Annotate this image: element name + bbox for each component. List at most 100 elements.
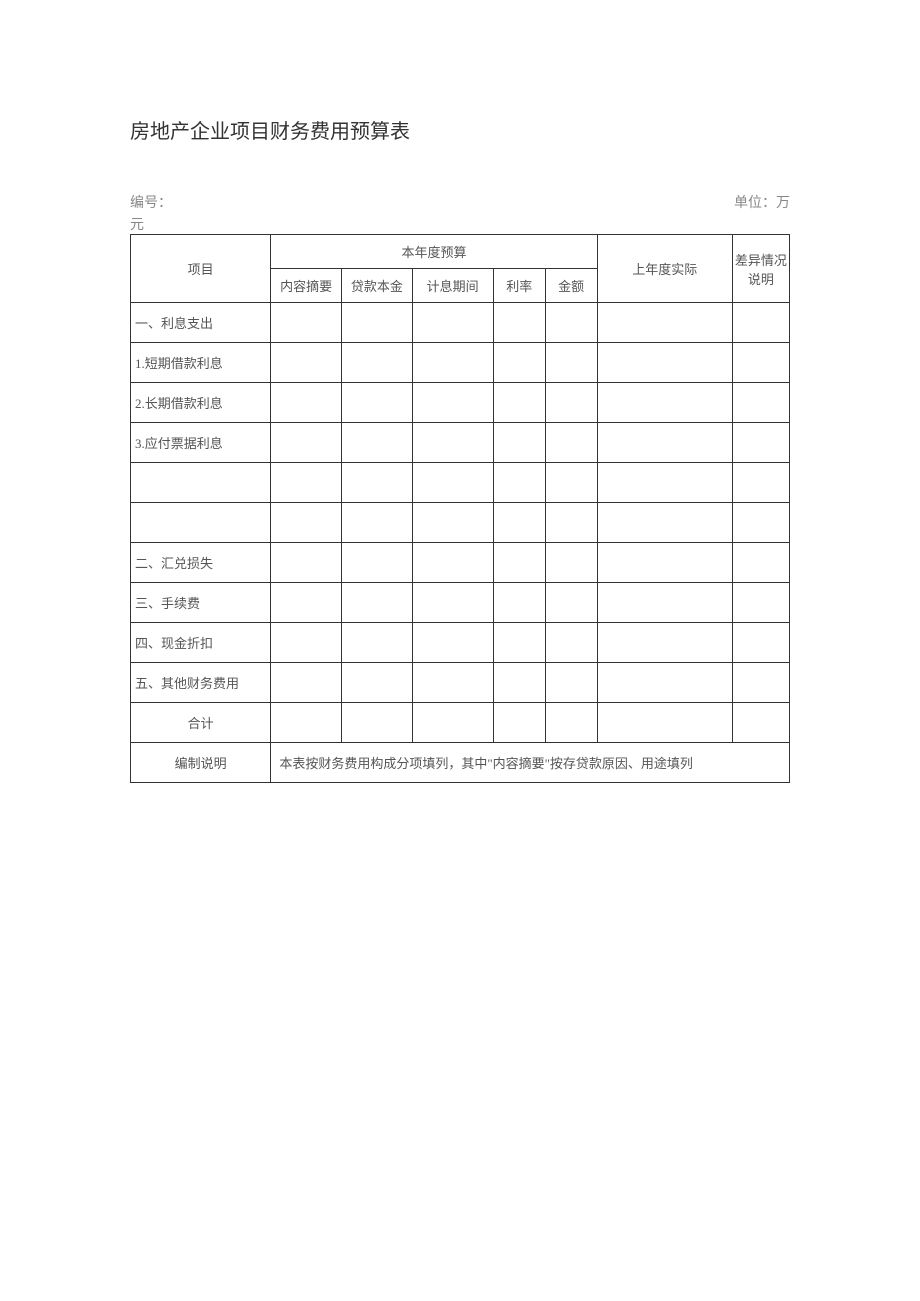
table-header: 项目 本年度预算 上年度实际 差异情况说明 内容摘要 贷款本金 计息期间 利率 … — [131, 235, 790, 303]
header-this-year: 本年度预算 — [271, 235, 597, 269]
data-cell — [412, 503, 493, 543]
data-cell — [271, 663, 342, 703]
data-cell — [271, 383, 342, 423]
data-cell — [493, 543, 545, 583]
data-cell — [597, 503, 732, 543]
row-label-cell: 五、其他财务费用 — [131, 663, 271, 703]
data-cell — [597, 663, 732, 703]
header-amount: 金额 — [545, 269, 597, 303]
header-last-year: 上年度实际 — [597, 235, 732, 303]
data-cell — [732, 423, 789, 463]
data-cell — [493, 703, 545, 743]
row-label-cell: 四、现金折扣 — [131, 623, 271, 663]
data-cell — [493, 423, 545, 463]
document-title: 房地产企业项目财务费用预算表 — [130, 115, 790, 144]
table-row: 3.应付票据利息 — [131, 423, 790, 463]
data-cell — [341, 463, 412, 503]
row-label-cell: 3.应付票据利息 — [131, 423, 271, 463]
data-cell — [412, 383, 493, 423]
data-cell — [732, 303, 789, 343]
data-cell — [493, 383, 545, 423]
data-cell — [341, 623, 412, 663]
header-project: 项目 — [131, 235, 271, 303]
data-cell — [493, 303, 545, 343]
data-cell — [341, 303, 412, 343]
data-cell — [412, 303, 493, 343]
data-cell — [271, 303, 342, 343]
row-label-cell — [131, 503, 271, 543]
data-cell — [732, 543, 789, 583]
data-cell — [597, 423, 732, 463]
data-cell — [493, 583, 545, 623]
data-cell — [545, 423, 597, 463]
data-cell — [271, 543, 342, 583]
data-cell — [271, 343, 342, 383]
data-cell — [341, 343, 412, 383]
header-principal: 贷款本金 — [341, 269, 412, 303]
table-row: 2.长期借款利息 — [131, 383, 790, 423]
budget-table: 项目 本年度预算 上年度实际 差异情况说明 内容摘要 贷款本金 计息期间 利率 … — [130, 234, 790, 783]
data-cell — [732, 503, 789, 543]
data-cell — [732, 703, 789, 743]
data-cell — [732, 623, 789, 663]
data-cell — [545, 583, 597, 623]
data-cell — [493, 623, 545, 663]
data-cell — [271, 583, 342, 623]
data-cell — [597, 343, 732, 383]
data-cell — [412, 663, 493, 703]
data-cell — [341, 703, 412, 743]
data-cell — [412, 463, 493, 503]
data-cell — [341, 383, 412, 423]
unit-label-part1: 单位：万 — [734, 192, 790, 212]
row-label-cell: 2.长期借款利息 — [131, 383, 271, 423]
data-cell — [341, 423, 412, 463]
data-cell — [597, 583, 732, 623]
data-cell — [545, 343, 597, 383]
data-cell — [732, 383, 789, 423]
table-body: 一、利息支出1.短期借款利息2.长期借款利息3.应付票据利息二、汇兑损失三、手续… — [131, 303, 790, 743]
id-label: 编号： — [130, 192, 172, 212]
data-cell — [493, 503, 545, 543]
unit-label-part2: 元 — [130, 214, 790, 234]
footer-text: 本表按财务费用构成分项填列，其中"内容摘要"按存贷款原因、用途填列 — [271, 743, 790, 783]
data-cell — [545, 703, 597, 743]
data-cell — [341, 543, 412, 583]
table-row — [131, 463, 790, 503]
row-label-cell — [131, 463, 271, 503]
data-cell — [545, 663, 597, 703]
data-cell — [545, 463, 597, 503]
table-row: 三、手续费 — [131, 583, 790, 623]
data-cell — [597, 623, 732, 663]
data-cell — [545, 543, 597, 583]
data-cell — [545, 503, 597, 543]
data-cell — [271, 703, 342, 743]
row-label-cell: 合计 — [131, 703, 271, 743]
table-row: 合计 — [131, 703, 790, 743]
footer-label: 编制说明 — [131, 743, 271, 783]
header-period: 计息期间 — [412, 269, 493, 303]
document-page: 房地产企业项目财务费用预算表 编号： 单位：万 元 项目 本年度预算 上年度实际… — [0, 0, 920, 783]
data-cell — [545, 383, 597, 423]
data-cell — [597, 383, 732, 423]
data-cell — [412, 703, 493, 743]
row-label-cell: 三、手续费 — [131, 583, 271, 623]
table-row: 一、利息支出 — [131, 303, 790, 343]
data-cell — [732, 583, 789, 623]
data-cell — [271, 623, 342, 663]
data-cell — [732, 663, 789, 703]
data-cell — [597, 703, 732, 743]
header-diff: 差异情况说明 — [732, 235, 789, 303]
table-row: 五、其他财务费用 — [131, 663, 790, 703]
row-label-cell: 一、利息支出 — [131, 303, 271, 343]
table-row — [131, 503, 790, 543]
data-cell — [545, 623, 597, 663]
data-cell — [412, 543, 493, 583]
row-label-cell: 1.短期借款利息 — [131, 343, 271, 383]
data-cell — [341, 503, 412, 543]
meta-row: 编号： 单位：万 — [130, 192, 790, 212]
table-row: 1.短期借款利息 — [131, 343, 790, 383]
table-row: 四、现金折扣 — [131, 623, 790, 663]
data-cell — [341, 663, 412, 703]
table-row: 二、汇兑损失 — [131, 543, 790, 583]
data-cell — [271, 423, 342, 463]
